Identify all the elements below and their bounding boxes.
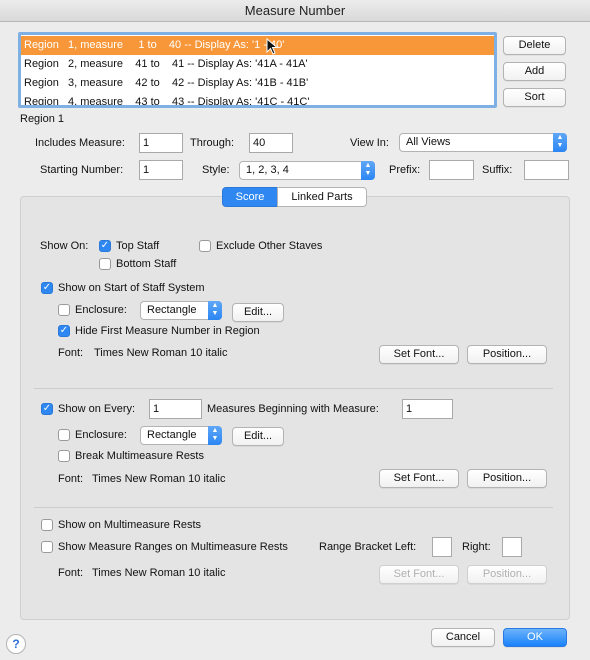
every-font-value: Times New Roman 10 italic: [92, 473, 226, 485]
delete-region-button[interactable]: Delete: [503, 36, 566, 55]
start-enclosure-checkbox[interactable]: [58, 304, 70, 316]
show-every-label: Show on Every:: [58, 403, 136, 415]
bracket-left-field[interactable]: [432, 537, 452, 557]
bottom-staff-label: Bottom Staff: [116, 258, 177, 270]
hide-first-measure-checkbox[interactable]: ✓: [58, 325, 70, 337]
show-multimeasure-checkbox[interactable]: [41, 519, 53, 531]
add-region-button[interactable]: Add: [503, 62, 566, 81]
show-multimeasure-label: Show on Multimeasure Rests: [58, 519, 202, 531]
bottom-staff-checkbox[interactable]: [99, 258, 111, 270]
section-divider: [34, 388, 553, 389]
through-label: Through:: [190, 137, 235, 149]
show-on-label: Show On:: [40, 240, 89, 252]
region-row[interactable]: Region 2, measure 41 to 41 -- Display As…: [21, 55, 494, 74]
suffix-label: Suffix:: [482, 164, 513, 176]
exclude-other-staves-label: Exclude Other Staves: [216, 240, 323, 252]
start-enclosure-select[interactable]: Rectangle ▲ ▼: [140, 301, 222, 320]
top-staff-label: Top Staff: [116, 240, 160, 252]
bracket-left-label: Range Bracket Left:: [319, 541, 417, 553]
show-every-field[interactable]: 1: [149, 399, 202, 419]
every-set-font-button[interactable]: Set Font...: [379, 469, 459, 488]
ok-button[interactable]: OK: [503, 628, 567, 647]
view-in-label: View In:: [350, 137, 389, 149]
region-row[interactable]: Region 4, measure 43 to 43 -- Display As…: [21, 93, 494, 105]
every-enclosure-checkbox[interactable]: [58, 429, 70, 441]
show-ranges-label: Show Measure Ranges on Multimeasure Rest…: [58, 541, 288, 553]
start-font-label: Font:: [58, 347, 84, 359]
tab-score[interactable]: Score: [222, 187, 278, 207]
start-enclosure-label: Enclosure:: [75, 304, 127, 316]
start-set-font-button[interactable]: Set Font...: [379, 345, 459, 364]
bracket-right-label: Right:: [462, 541, 491, 553]
region-row[interactable]: Region 1, measure 1 to 40 -- Display As:…: [21, 36, 494, 55]
help-button[interactable]: ?: [6, 634, 26, 654]
region-header: Region 1: [20, 113, 65, 125]
tab-linked-parts[interactable]: Linked Parts: [277, 187, 367, 207]
starting-number-label: Starting Number:: [40, 164, 124, 176]
every-enclosure-label: Enclosure:: [75, 429, 127, 441]
style-label: Style:: [202, 164, 230, 176]
suffix-field[interactable]: [524, 160, 569, 180]
updown-arrows-icon: ▲ ▼: [553, 133, 567, 152]
includes-measure-field[interactable]: 1: [139, 133, 183, 153]
style-value: 1, 2, 3, 4: [246, 164, 289, 176]
sort-regions-button[interactable]: Sort: [503, 88, 566, 107]
view-in-select[interactable]: All Views ▲ ▼: [399, 133, 567, 152]
section-divider: [34, 507, 553, 508]
start-font-value: Times New Roman 10 italic: [94, 347, 228, 359]
beginning-measure-label: Measures Beginning with Measure:: [207, 403, 379, 415]
top-staff-checkbox[interactable]: ✓: [99, 240, 111, 252]
region-row[interactable]: Region 3, measure 42 to 42 -- Display As…: [21, 74, 494, 93]
start-enclosure-edit-button[interactable]: Edit...: [232, 303, 284, 322]
view-in-value: All Views: [406, 136, 451, 148]
exclude-other-staves-checkbox[interactable]: [199, 240, 211, 252]
hide-first-measure-label: Hide First Measure Number in Region: [75, 325, 260, 337]
includes-measure-label: Includes Measure:: [35, 137, 125, 149]
region-list[interactable]: Region 1, measure 1 to 40 -- Display As:…: [18, 32, 497, 108]
updown-arrows-icon: ▲ ▼: [361, 161, 375, 180]
multimeasure-set-font-button[interactable]: Set Font...: [379, 565, 459, 584]
show-every-checkbox[interactable]: ✓: [41, 403, 53, 415]
every-enclosure-value: Rectangle: [147, 429, 197, 441]
every-font-label: Font:: [58, 473, 84, 485]
every-position-button[interactable]: Position...: [467, 469, 547, 488]
cancel-button[interactable]: Cancel: [431, 628, 495, 647]
break-multimeasure-checkbox[interactable]: [58, 450, 70, 462]
multimeasure-font-label: Font:: [58, 567, 84, 579]
style-select[interactable]: 1, 2, 3, 4 ▲ ▼: [239, 161, 375, 180]
updown-arrows-icon: ▲ ▼: [208, 426, 222, 445]
updown-arrows-icon: ▲ ▼: [208, 301, 222, 320]
bracket-right-field[interactable]: [502, 537, 522, 557]
start-enclosure-value: Rectangle: [147, 304, 197, 316]
break-multimeasure-label: Break Multimeasure Rests: [75, 450, 204, 462]
prefix-field[interactable]: [429, 160, 474, 180]
multimeasure-position-button[interactable]: Position...: [467, 565, 547, 584]
beginning-measure-field[interactable]: 1: [402, 399, 453, 419]
start-position-button[interactable]: Position...: [467, 345, 547, 364]
multimeasure-font-value: Times New Roman 10 italic: [92, 567, 226, 579]
show-start-system-label: Show on Start of Staff System: [58, 282, 205, 294]
every-enclosure-select[interactable]: Rectangle ▲ ▼: [140, 426, 222, 445]
window-title: Measure Number: [0, 0, 590, 22]
every-enclosure-edit-button[interactable]: Edit...: [232, 427, 284, 446]
starting-number-field[interactable]: 1: [139, 160, 183, 180]
show-start-system-checkbox[interactable]: ✓: [41, 282, 53, 294]
through-field[interactable]: 40: [249, 133, 293, 153]
prefix-label: Prefix:: [389, 164, 421, 176]
mouse-pointer-icon: [266, 38, 279, 55]
show-ranges-checkbox[interactable]: [41, 541, 53, 553]
